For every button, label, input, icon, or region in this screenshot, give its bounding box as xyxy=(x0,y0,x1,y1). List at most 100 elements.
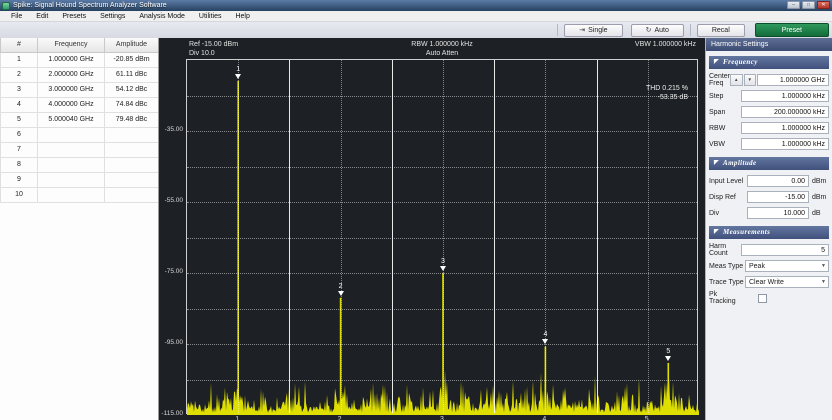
maximize-button[interactable]: □ xyxy=(802,1,815,9)
minimize-button[interactable]: – xyxy=(787,1,800,9)
toolbar-separator xyxy=(557,24,558,36)
input-level-label: Input Level xyxy=(709,178,747,185)
panel-title: Harmonic Settings xyxy=(706,38,832,51)
segment-separator-line xyxy=(494,60,495,413)
table-row[interactable]: 22.000000 GHz61.11 dBc xyxy=(1,67,159,82)
menu-file[interactable]: File xyxy=(4,11,29,22)
center-freq-up-button[interactable]: ▲ xyxy=(730,74,742,86)
peak-marker-number: 5 xyxy=(662,348,674,355)
frequency-section-header[interactable]: ◤ Frequency xyxy=(709,56,829,69)
span-input[interactable] xyxy=(741,106,829,118)
recal-button[interactable]: Recal xyxy=(697,24,745,37)
y-axis-label: -95.00 xyxy=(159,339,183,346)
spike-application-window: Spike: Signal Hound Spectrum Analyzer So… xyxy=(0,0,832,420)
collapse-icon: ◤ xyxy=(714,56,719,69)
input-level-unit: dBm xyxy=(809,178,829,185)
frequency-cell xyxy=(38,127,105,142)
table-row[interactable]: 33.000000 GHz54.12 dBc xyxy=(1,82,159,97)
table-row[interactable]: 9 xyxy=(1,172,159,187)
auto-sweep-button[interactable]: ↻ Auto xyxy=(631,24,684,37)
disp-ref-input[interactable] xyxy=(747,191,809,203)
amplitude-cell: 54.12 dBc xyxy=(105,82,159,97)
preset-button[interactable]: Preset xyxy=(755,23,829,37)
row-number-cell: 7 xyxy=(1,142,38,157)
input-level-input[interactable] xyxy=(747,175,809,187)
segment-center-gridline xyxy=(648,60,649,413)
menu-utilities[interactable]: Utilities xyxy=(192,11,229,22)
menu-bar: File Edit Presets Settings Analysis Mode… xyxy=(0,11,832,22)
peak-marker: 5 xyxy=(662,348,674,361)
menu-edit[interactable]: Edit xyxy=(29,11,55,22)
single-sweep-icon: ⇥ xyxy=(579,25,585,36)
meas-type-select[interactable]: Peak ▼ xyxy=(745,260,829,272)
center-freq-down-button[interactable]: ▼ xyxy=(744,74,756,86)
harmonics-table: # Frequency Amplitude 11.000000 GHz-20.8… xyxy=(0,38,159,203)
vbw-input-label: VBW xyxy=(709,141,741,148)
single-sweep-button[interactable]: ⇥ Single xyxy=(564,24,622,37)
meas-type-label: Meas Type xyxy=(709,263,745,270)
col-header-amplitude[interactable]: Amplitude xyxy=(105,38,159,52)
harmonic-peak xyxy=(668,363,670,415)
trace-type-label: Trace Type xyxy=(709,279,745,286)
segment-separator-line xyxy=(289,60,290,413)
close-button[interactable]: ✕ xyxy=(817,1,830,9)
menu-analysis-mode[interactable]: Analysis Mode xyxy=(132,11,192,22)
title-bar[interactable]: Spike: Signal Hound Spectrum Analyzer So… xyxy=(0,0,832,11)
amplitude-section-header[interactable]: ◤ Amplitude xyxy=(709,157,829,170)
x-axis-segment-label: 1 xyxy=(235,416,239,420)
pk-tracking-checkbox[interactable] xyxy=(758,294,767,303)
peak-marker-arrow-icon xyxy=(440,266,446,271)
table-row[interactable]: 7 xyxy=(1,142,159,157)
center-freq-label: Center Freq xyxy=(709,73,730,87)
amplitude-cell xyxy=(105,127,159,142)
col-header-number[interactable]: # xyxy=(1,38,38,52)
table-row[interactable]: 10 xyxy=(1,187,159,202)
menu-help[interactable]: Help xyxy=(228,11,256,22)
table-row[interactable]: 55.000040 GHz79.48 dBc xyxy=(1,112,159,127)
disp-ref-label: Disp Ref xyxy=(709,194,747,201)
harm-count-label: Harm Count xyxy=(709,243,741,257)
horizontal-gridline xyxy=(187,96,697,97)
div-input[interactable] xyxy=(747,207,809,219)
trace-type-select[interactable]: Clear Write ▼ xyxy=(745,276,829,288)
col-header-frequency[interactable]: Frequency xyxy=(38,38,105,52)
harm-count-input[interactable] xyxy=(741,244,829,256)
table-row[interactable]: 8 xyxy=(1,157,159,172)
pk-tracking-label: Pk Tracking xyxy=(709,291,736,305)
row-number-cell: 2 xyxy=(1,67,38,82)
table-row[interactable]: 44.000000 GHz74.84 dBc xyxy=(1,97,159,112)
amplitude-cell xyxy=(105,187,159,202)
harmonic-settings-panel: Harmonic Settings ◤ Frequency Center Fre… xyxy=(705,38,832,420)
table-row[interactable]: 11.000000 GHz-20.85 dBm xyxy=(1,52,159,67)
rbw-label: RBW 1.000000 kHz xyxy=(411,41,472,48)
rbw-input-label: RBW xyxy=(709,125,741,132)
peak-marker-number: 2 xyxy=(335,283,347,290)
horizontal-gridline xyxy=(187,309,697,310)
rbw-input[interactable] xyxy=(741,122,829,134)
peak-marker: 4 xyxy=(539,331,551,344)
measurements-section-header[interactable]: ◤ Measurements xyxy=(709,226,829,239)
atten-label: Auto Atten xyxy=(426,50,458,57)
center-freq-input[interactable] xyxy=(757,74,829,86)
y-axis-label: -35.00 xyxy=(159,126,183,133)
menu-settings[interactable]: Settings xyxy=(93,11,132,22)
spectrum-plot[interactable]: Ref -15.00 dBm Div 10.0 RBW 1.000000 kHz… xyxy=(159,38,705,420)
collapse-icon: ◤ xyxy=(714,157,719,170)
frequency-cell xyxy=(38,187,105,202)
row-number-cell: 1 xyxy=(1,52,38,67)
y-axis-label: -55.00 xyxy=(159,197,183,204)
amplitude-cell: -20.85 dBm xyxy=(105,52,159,67)
div-unit: dB xyxy=(809,210,829,217)
row-number-cell: 8 xyxy=(1,157,38,172)
menu-presets[interactable]: Presets xyxy=(55,11,93,22)
frequency-cell xyxy=(38,142,105,157)
step-input[interactable] xyxy=(741,90,829,102)
amplitude-cell: 61.11 dBc xyxy=(105,67,159,82)
chevron-down-icon: ▼ xyxy=(821,279,826,285)
vbw-input[interactable] xyxy=(741,138,829,150)
peak-marker: 1 xyxy=(232,66,244,79)
frequency-cell: 5.000040 GHz xyxy=(38,112,105,127)
table-row[interactable]: 6 xyxy=(1,127,159,142)
graticule: THD 0.215 % -53.35 dB 12345 xyxy=(186,59,698,414)
horizontal-gridline xyxy=(187,380,697,381)
